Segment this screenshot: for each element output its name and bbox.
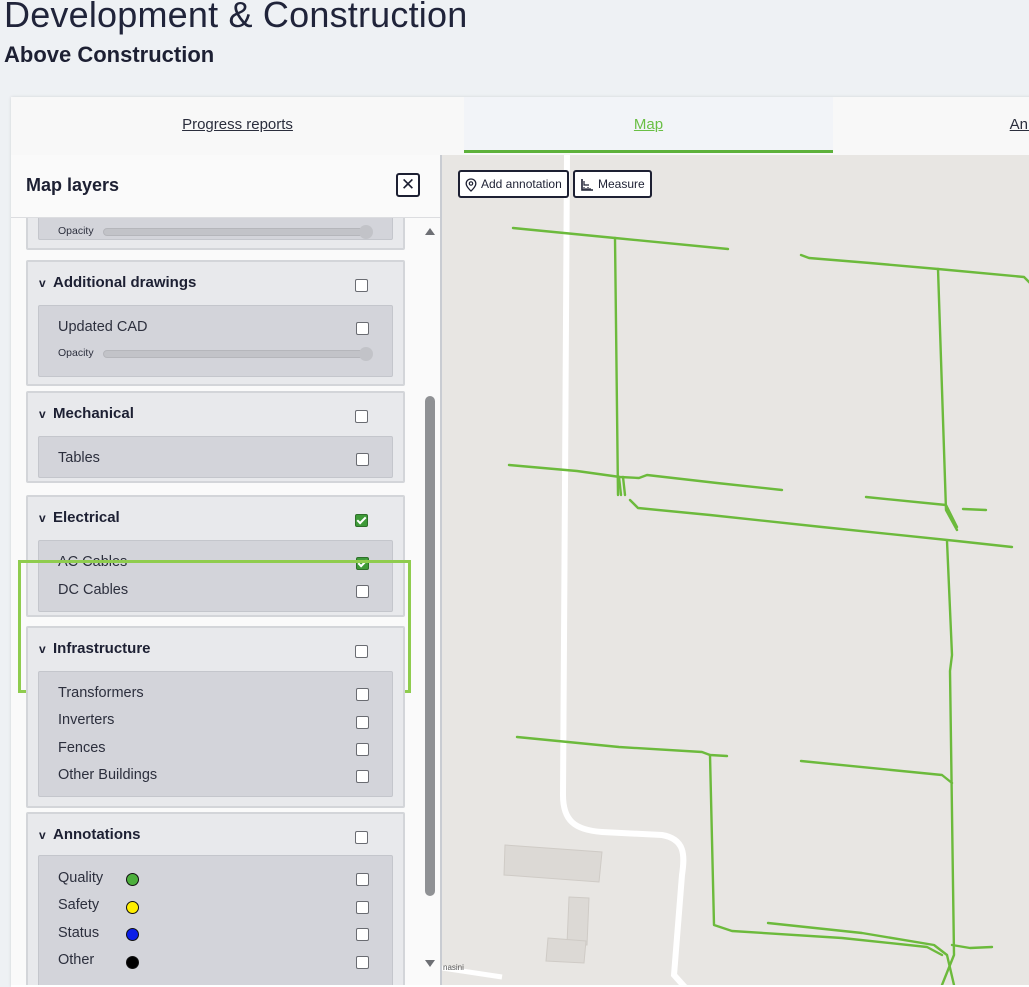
measure-button[interactable]: Measure [573, 170, 652, 198]
layer-item-label: Safety [58, 897, 100, 913]
group-header[interactable]: v Additional drawings [28, 262, 403, 302]
group-checkbox[interactable] [355, 831, 368, 844]
layer-group-items: Updated CAD Opacity [38, 305, 393, 377]
add-annotation-label: Add annotation [481, 177, 562, 191]
tab-progress-reports[interactable]: Progress reports [11, 97, 464, 153]
group-checkbox[interactable] [355, 645, 368, 658]
opacity-slider[interactable] [103, 225, 373, 239]
panel-title: Map layers [26, 175, 120, 195]
layer-item-label: Inverters [58, 712, 115, 728]
group-checkbox[interactable] [355, 514, 368, 527]
layer-item-label: Other Buildings [58, 767, 158, 783]
layer-checkbox[interactable] [356, 956, 369, 969]
chevron-down-icon[interactable]: v [39, 642, 46, 656]
layer-group-infrastructure: v Infrastructure Transformers Inverters … [26, 626, 405, 808]
scroll-down-arrow-icon[interactable] [425, 960, 435, 967]
map-view[interactable]: Add annotation Measure nasini [442, 155, 1029, 985]
layer-group-items: Quality Safety Status Other [38, 855, 393, 985]
opacity-label: Opacity [58, 347, 94, 359]
group-name: Electrical [53, 509, 120, 526]
road-label: nasini [443, 963, 464, 972]
layer-item-label: Other [58, 952, 95, 968]
other-color-icon [126, 956, 139, 969]
layer-item-label: Fences [58, 740, 106, 756]
layer-checkbox[interactable] [356, 743, 369, 756]
layers-scroll-area[interactable]: Opacity v Additional drawings Updated CA… [11, 218, 440, 985]
layer-item-label: Transformers [58, 685, 144, 701]
layer-checkbox[interactable] [356, 453, 369, 466]
layer-checkbox[interactable] [356, 928, 369, 941]
status-color-icon [126, 928, 139, 941]
quality-color-icon [126, 873, 139, 886]
group-header[interactable]: v Electrical [28, 497, 403, 537]
layer-item-label: Updated CAD [58, 319, 148, 335]
chevron-down-icon[interactable]: v [39, 511, 46, 525]
group-name: Mechanical [53, 405, 134, 422]
layer-group-annotations: v Annotations Quality Safety Status Othe… [26, 812, 405, 985]
tab-bar: Progress reports Map Ann [11, 97, 1029, 156]
layer-checkbox[interactable] [356, 322, 369, 335]
layer-checkbox[interactable] [356, 688, 369, 701]
layer-group-partial: Opacity [26, 218, 405, 250]
safety-color-icon [126, 901, 139, 914]
slider-handle[interactable] [359, 225, 373, 239]
layer-checkbox[interactable] [356, 716, 369, 729]
group-checkbox[interactable] [355, 410, 368, 423]
group-header[interactable]: v Infrastructure [28, 628, 403, 668]
page-subtitle: Above Construction [4, 42, 215, 67]
chevron-down-icon[interactable]: v [39, 828, 46, 842]
close-icon[interactable]: ✕ [396, 173, 420, 197]
group-header[interactable]: v Mechanical [28, 393, 403, 433]
layer-group-items: Opacity [38, 218, 393, 240]
group-checkbox[interactable] [355, 279, 368, 292]
main-card: Progress reports Map Ann Map layers ✕ Op… [11, 97, 1029, 987]
opacity-label: Opacity [58, 225, 94, 237]
chevron-down-icon[interactable]: v [39, 276, 46, 290]
layer-checkbox[interactable] [356, 770, 369, 783]
layer-checkbox[interactable] [356, 873, 369, 886]
opacity-slider[interactable] [103, 347, 373, 361]
group-header[interactable]: v Annotations [28, 814, 403, 854]
panel-header: Map layers ✕ [11, 155, 440, 218]
scroll-up-arrow-icon[interactable] [425, 228, 435, 235]
map-layers-panel: Map layers ✕ Opacity v Additional drawin… [11, 155, 442, 985]
tab-annotations[interactable]: Ann [833, 97, 1029, 153]
page-title: Development & Construction [4, 0, 468, 35]
chevron-down-icon[interactable]: v [39, 407, 46, 421]
group-name: Infrastructure [53, 640, 151, 657]
layer-checkbox[interactable] [356, 901, 369, 914]
tab-map[interactable]: Map [464, 97, 833, 153]
group-name: Additional drawings [53, 274, 197, 291]
location-pin-icon [465, 178, 477, 192]
ruler-icon [581, 178, 593, 191]
scrollbar-thumb[interactable] [425, 396, 435, 896]
layer-group-items: Tables [38, 436, 393, 478]
group-name: Annotations [53, 826, 141, 843]
layer-item-label: Status [58, 925, 100, 941]
layer-item-label: Tables [58, 450, 100, 466]
layer-group-additional-drawings: v Additional drawings Updated CAD Opacit… [26, 260, 405, 386]
layer-item-label: Quality [58, 870, 104, 886]
slider-handle[interactable] [359, 347, 373, 361]
layer-group-items: Transformers Inverters Fences Other Buil… [38, 671, 393, 797]
add-annotation-button[interactable]: Add annotation [458, 170, 569, 198]
map-canvas[interactable] [442, 155, 1029, 985]
layer-group-mechanical: v Mechanical Tables [26, 391, 405, 483]
measure-label: Measure [598, 177, 645, 191]
